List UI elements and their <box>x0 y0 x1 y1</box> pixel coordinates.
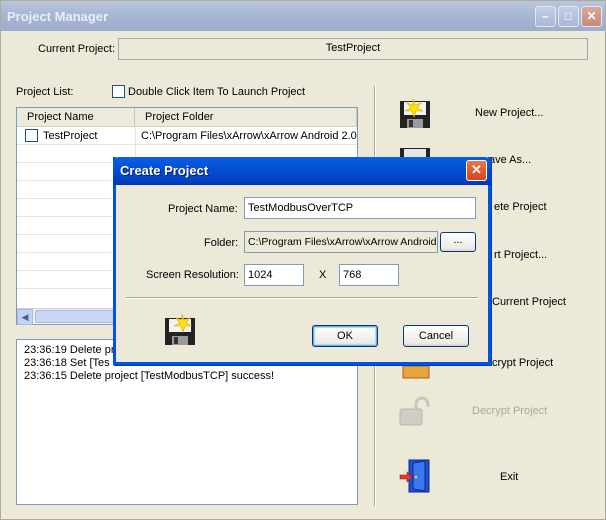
screen-resolution-label: Screen Resolution: <box>146 269 239 281</box>
double-click-checkbox[interactable] <box>112 85 125 98</box>
decrypt-project-button: Decrypt Project <box>472 405 548 417</box>
project-name-input[interactable]: TestModbusOverTCP <box>244 197 476 219</box>
new-project-button[interactable]: New Project... <box>475 107 543 119</box>
dialog-close-button[interactable]: ✕ <box>466 160 487 181</box>
exit-door-icon[interactable] <box>399 459 431 496</box>
import-project-button[interactable]: rt Project... <box>494 249 547 261</box>
folder-label: Folder: <box>204 237 239 249</box>
encrypt-project-button[interactable]: crypt Project <box>492 357 553 369</box>
row-project-folder: C:\Program Files\xArrow\xArrow Android 2… <box>141 130 357 142</box>
table-row[interactable]: TestProject C:\Program Files\xArrow\xArr… <box>17 127 357 145</box>
list-header: Project Name Project Folder <box>17 108 357 127</box>
new-project-icon[interactable] <box>399 97 431 132</box>
save-as-button[interactable]: ave As... <box>489 154 531 166</box>
dialog-project-icon <box>164 312 196 349</box>
scroll-left-icon[interactable]: ◀ <box>17 309 33 325</box>
window-titlebar[interactable]: Project Manager – □ ✕ <box>1 1 605 31</box>
encrypt-project-icon[interactable] <box>401 365 431 383</box>
column-header-project-name[interactable]: Project Name <box>17 108 135 127</box>
browse-folder-button[interactable]: ... <box>440 232 476 252</box>
column-header-project-folder[interactable]: Project Folder <box>135 108 357 127</box>
delete-project-button[interactable]: ete Project <box>494 201 547 213</box>
decrypt-project-icon <box>398 395 432 430</box>
maximize-button[interactable]: □ <box>558 6 579 27</box>
minimize-button[interactable]: – <box>535 6 556 27</box>
set-current-project-button[interactable]: Current Project <box>492 296 566 308</box>
minimize-icon: – <box>542 9 549 23</box>
close-icon: ✕ <box>586 9 597 23</box>
current-project-label: Current Project: <box>38 43 116 55</box>
project-name-label: Project Name: <box>168 203 238 215</box>
row-checkbox[interactable] <box>25 129 38 142</box>
close-icon: ✕ <box>471 162 482 177</box>
resolution-x-label: X <box>319 269 327 281</box>
row-project-name: TestProject <box>43 130 98 142</box>
resolution-height-input[interactable]: 768 <box>339 264 399 286</box>
current-project-field: TestProject <box>118 38 588 60</box>
dialog-titlebar[interactable]: Create Project ✕ <box>113 157 491 185</box>
create-project-dialog: Create Project ✕ Project Name: TestModbu… <box>113 157 491 365</box>
folder-input[interactable]: C:\Program Files\xArrow\xArrow Android 2… <box>244 231 438 253</box>
dialog-title: Create Project <box>120 163 209 178</box>
maximize-icon: □ <box>564 9 573 23</box>
exit-button[interactable]: Exit <box>500 471 518 483</box>
dialog-separator <box>126 297 478 299</box>
log-line: 23:36:19 Delete pr <box>24 344 115 356</box>
resolution-width-input[interactable]: 1024 <box>244 264 304 286</box>
project-list-label: Project List: <box>16 86 74 98</box>
double-click-label[interactable]: Double Click Item To Launch Project <box>128 86 305 98</box>
ok-button[interactable]: OK <box>312 325 378 347</box>
window-title: Project Manager <box>7 9 109 24</box>
log-line: 23:36:18 Set [Tes <box>24 357 110 369</box>
log-line: 23:36:15 Delete project [TestModbusTCP] … <box>24 370 275 382</box>
close-button[interactable]: ✕ <box>581 6 602 27</box>
cancel-button[interactable]: Cancel <box>403 325 469 347</box>
